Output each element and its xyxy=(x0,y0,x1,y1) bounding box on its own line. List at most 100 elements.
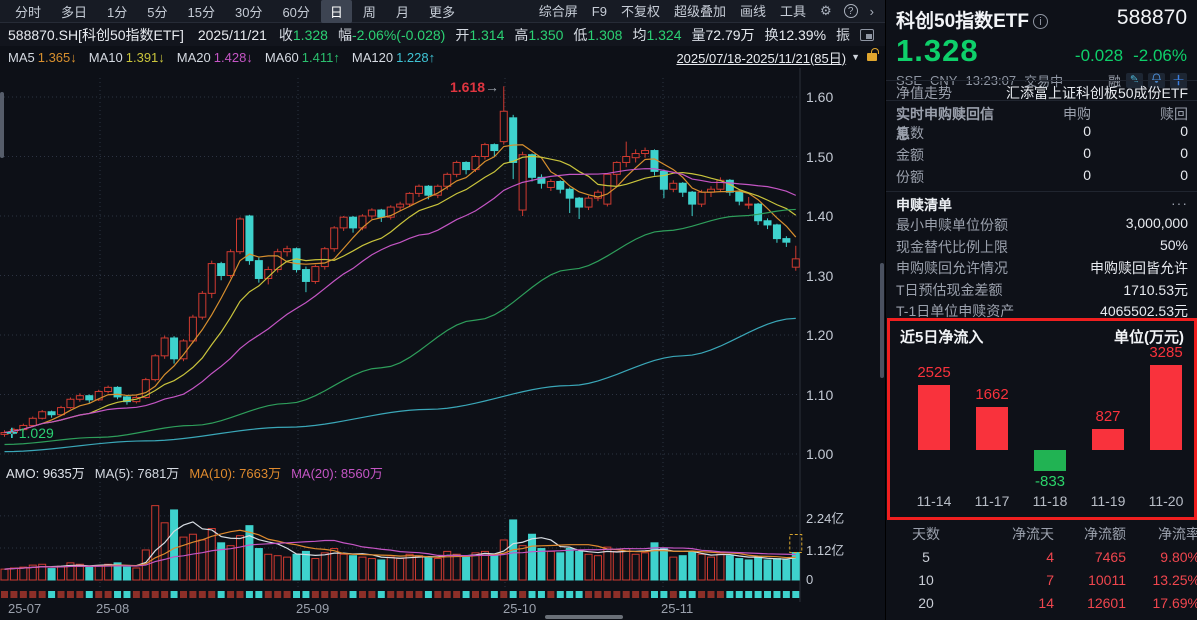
stock-detail-panel: 科创50指数ETFi 588870 1.328 -0.028-2.06% SSE… xyxy=(885,0,1197,620)
help-icon[interactable]: ? xyxy=(844,4,858,18)
tab-15分[interactable]: 15分 xyxy=(179,0,224,23)
flow-date: 11-19 xyxy=(1078,493,1138,509)
y-axis-label: 1.60 xyxy=(806,89,833,105)
x-axis-label: 25-07 xyxy=(8,601,41,616)
tab-60分[interactable]: 60分 xyxy=(273,0,318,23)
stock-name: 科创50指数ETF xyxy=(896,11,1029,32)
y-axis-label: 1.50 xyxy=(806,149,833,165)
tab-分时[interactable]: 分时 xyxy=(6,0,50,23)
toolbar-tools: 综合屏F9不复权超级叠加画线工具 ⚙ ? › xyxy=(532,1,879,21)
y-axis-label: 1.40 xyxy=(806,208,833,224)
y-axis-label: 1.20 xyxy=(806,327,833,343)
left-scrollbar[interactable] xyxy=(0,92,4,158)
tab-1分[interactable]: 1分 xyxy=(98,0,136,23)
flow-date: 11-20 xyxy=(1136,493,1196,509)
volume-axis-label: 1.12亿 xyxy=(806,540,844,559)
price-chart-area: 1.601.501.401.301.201.101.00 1.618→ ✛1.0… xyxy=(0,68,885,462)
tab-日[interactable]: 日 xyxy=(321,0,352,23)
volume-chart[interactable] xyxy=(0,462,885,602)
flow-date: 11-17 xyxy=(962,493,1022,509)
y-axis-label: 1.10 xyxy=(806,387,833,403)
tool-buttons: 综合屏F9不复权超级叠加画线工具 xyxy=(532,1,813,21)
net-inflow-title: 近5日净流入 xyxy=(900,326,983,347)
tool-综合屏[interactable]: 综合屏 xyxy=(532,2,585,21)
date-range-label[interactable]: 2025/07/18-2025/11/21(85日) xyxy=(676,48,846,67)
chart-toolbar: 分时多日1分5分15分30分60分日周月更多 综合屏F9不复权超级叠加画线工具 … xyxy=(0,0,885,23)
field-幅: 幅-2.06%(-0.028) xyxy=(338,27,445,43)
ohlc-fields: 收1.328 幅-2.06%(-0.028) 开1.314 高1.350 低1.308 均… xyxy=(279,25,860,45)
tab-多日[interactable]: 多日 xyxy=(52,0,96,23)
flow-value: 3285 xyxy=(1136,344,1196,361)
nav-row-netvalue[interactable]: 净值走势 汇添富上证科创板50成份ETF xyxy=(886,80,1197,100)
field-收: 收1.328 xyxy=(279,27,328,43)
mini-window-icon[interactable] xyxy=(860,29,874,41)
field-高: 高1.350 xyxy=(514,27,563,43)
flow-value: 2525 xyxy=(904,364,964,381)
realtime-row-笔数: 笔数00 xyxy=(886,123,1197,143)
last-price: 1.328 xyxy=(896,33,979,69)
low-marker-icon: ✛ xyxy=(6,425,18,441)
horizontal-scrollbar[interactable] xyxy=(545,615,623,619)
field-均: 均1.324 xyxy=(632,27,681,43)
netvalue-label: 净值走势 xyxy=(896,83,952,98)
net-inflow-box: 近5日净流入 单位(万元) 252511-14166211-17-83311-1… xyxy=(887,318,1197,520)
date-range-control[interactable]: 2025/07/18-2025/11/21(85日) ▼ xyxy=(676,48,877,67)
x-axis-label: 25-11 xyxy=(661,601,693,616)
tab-30分[interactable]: 30分 xyxy=(226,0,271,23)
flow-bar-11-14 xyxy=(918,385,950,450)
ma-legend-row: MA51.365↓MA101.391↓MA201.428↓MA601.411↑M… xyxy=(0,46,885,68)
ma-item-MA20: MA201.428↓ xyxy=(177,50,253,65)
ma-item-MA120: MA1201.228↑ xyxy=(352,50,435,65)
period-high-annotation: 1.618→ xyxy=(450,79,499,95)
x-axis-label: 25-10 xyxy=(503,601,536,616)
list-title: 申赎清单 xyxy=(896,195,952,215)
panel-scrollbar[interactable] xyxy=(880,263,884,378)
symbol-label: 588870.SH[科创50指数ETF] xyxy=(8,25,184,45)
candlestick-chart[interactable] xyxy=(0,68,885,462)
stock-info-row: 588870.SH[科创50指数ETF] 2025/11/21 收1.328 幅-… xyxy=(0,23,885,46)
field-低: 低1.308 xyxy=(573,27,622,43)
volume-axis-label: 0 xyxy=(806,572,813,587)
tab-更多[interactable]: 更多 xyxy=(420,0,464,23)
tool-不复权[interactable]: 不复权 xyxy=(614,2,667,21)
table-row: 5474659.80% xyxy=(886,545,1197,568)
table-header-row: 天数净流天净流额净流率 xyxy=(886,522,1197,545)
tool-工具[interactable]: 工具 xyxy=(773,2,813,21)
unlock-icon[interactable] xyxy=(867,53,877,61)
realtime-row-份额: 份额00 xyxy=(886,167,1197,187)
flow-date: 11-18 xyxy=(1020,493,1080,509)
gear-icon[interactable]: ⚙ xyxy=(815,3,837,19)
ma-legend: MA51.365↓MA101.391↓MA201.428↓MA601.411↑M… xyxy=(8,50,447,65)
tab-周[interactable]: 周 xyxy=(354,0,385,23)
field-量: 量72.79万 xyxy=(692,27,755,43)
tab-月[interactable]: 月 xyxy=(387,0,418,23)
field-开: 开1.314 xyxy=(455,27,504,43)
ma-item-MA5: MA51.365↓ xyxy=(8,50,77,65)
ma-item-MA10: MA101.391↓ xyxy=(89,50,165,65)
price-change: -0.028-2.06% xyxy=(1065,46,1187,66)
tool-F9[interactable]: F9 xyxy=(585,2,614,21)
list-row: T日预估现金差额1710.53元 xyxy=(886,280,1197,300)
more-icon[interactable]: ··· xyxy=(1171,195,1188,215)
field-振: 振 xyxy=(836,27,850,43)
chevron-right-icon[interactable]: › xyxy=(865,4,879,19)
tool-超级叠加[interactable]: 超级叠加 xyxy=(667,2,733,21)
list-row: 现金替代比例上限50% xyxy=(886,237,1197,257)
fund-full-name: 汇添富上证科创板50成份ETF xyxy=(1006,83,1188,98)
period-low-annotation: ✛1.029 xyxy=(6,425,54,442)
info-icon[interactable]: i xyxy=(1033,14,1048,29)
tool-画线[interactable]: 画线 xyxy=(733,2,773,21)
volume-axis-label: 2.24亿 xyxy=(806,508,844,527)
table-row: 1071001113.25% xyxy=(886,568,1197,591)
date-label: 2025/11/21 xyxy=(198,27,267,43)
x-axis-label: 25-08 xyxy=(96,601,129,616)
list-section-header: 申赎清单 ··· xyxy=(886,191,1197,215)
tab-5分[interactable]: 5分 xyxy=(138,0,176,23)
chevron-down-icon[interactable]: ▼ xyxy=(851,52,860,62)
flow-value: 827 xyxy=(1078,408,1138,425)
flow-bar-11-17 xyxy=(976,407,1008,450)
panel-title-row: 科创50指数ETFi 588870 xyxy=(886,0,1197,33)
field-换: 换12.39% xyxy=(765,27,826,43)
x-axis-label: 25-09 xyxy=(296,601,329,616)
arrow-right-icon: → xyxy=(485,79,499,95)
